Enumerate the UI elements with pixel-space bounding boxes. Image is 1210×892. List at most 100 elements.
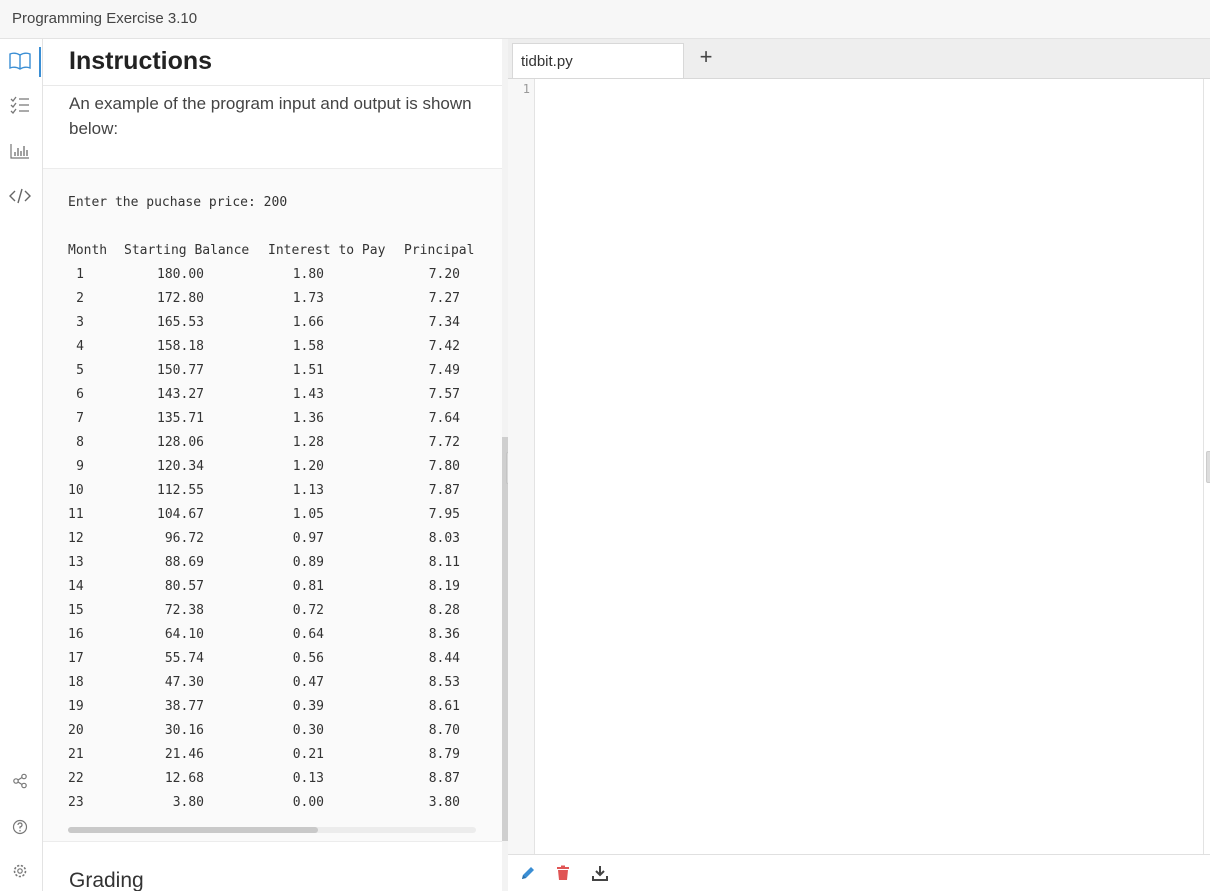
- table-cell: 0.30: [292, 723, 324, 738]
- table-cell: 1.80: [292, 267, 324, 282]
- table-cell: 7.64: [428, 411, 460, 426]
- table-cell: 0.72: [292, 603, 324, 618]
- line-number-gutter: 1: [508, 79, 535, 854]
- table-cell: 0.00: [292, 795, 324, 810]
- pencil-icon[interactable]: [520, 865, 538, 883]
- table-cell: 1.43: [292, 387, 324, 402]
- horizontal-scrollbar-thumb[interactable]: [68, 827, 318, 833]
- table-cell: 104.67: [157, 507, 204, 522]
- table-cell: 8.03: [428, 531, 460, 546]
- table-cell: 0.39: [292, 699, 324, 714]
- instructions-panel: Instructions An example of the program i…: [43, 39, 502, 891]
- code-editor: tidbit.py + 1: [508, 39, 1210, 892]
- table-cell: 8.19: [428, 579, 460, 594]
- table-cell: 4: [76, 339, 84, 354]
- bar-chart-icon[interactable]: [8, 139, 32, 163]
- table-cell: 7.49: [428, 363, 460, 378]
- add-tab-button[interactable]: +: [694, 43, 718, 73]
- sample-output-block: Enter the puchase price: 200 Month Starti…: [43, 168, 502, 842]
- table-cell: 1.51: [292, 363, 324, 378]
- checklist-icon[interactable]: [8, 93, 32, 117]
- tab-label: tidbit.py: [521, 53, 573, 70]
- table-cell: 30.16: [164, 723, 204, 738]
- editor-right-edge: [1203, 79, 1204, 854]
- book-icon[interactable]: [8, 49, 32, 73]
- table-cell: 47.30: [164, 675, 204, 690]
- download-icon[interactable]: [592, 865, 610, 883]
- divider: [43, 85, 502, 86]
- left-rail: [0, 39, 43, 891]
- table-cell: 112.55: [157, 483, 204, 498]
- table-cell: 6: [76, 387, 84, 402]
- table-cell: 15: [68, 603, 84, 618]
- table-cell: 0.56: [292, 651, 324, 666]
- table-cell: 1.28: [292, 435, 324, 450]
- table-cell: 7.27: [428, 291, 460, 306]
- table-cell: 22: [68, 771, 84, 786]
- table-cell: 10: [68, 483, 84, 498]
- grading-heading: Grading: [69, 869, 144, 891]
- table-cell: 7.34: [428, 315, 460, 330]
- settings-icon[interactable]: [8, 859, 32, 883]
- table-cell: 7.42: [428, 339, 460, 354]
- table-cell: 11: [68, 507, 84, 522]
- table-cell: 7.95: [428, 507, 460, 522]
- table-cell: 8.87: [428, 771, 460, 786]
- table-cell: 20: [68, 723, 84, 738]
- table-cell: 0.47: [292, 675, 324, 690]
- table-cell: 0.64: [292, 627, 324, 642]
- table-cell: 7: [76, 411, 84, 426]
- table-cell: 19: [68, 699, 84, 714]
- table-cell: 8.11: [428, 555, 460, 570]
- table-cell: 18: [68, 675, 84, 690]
- active-indicator: [39, 47, 41, 77]
- table-cell: 16: [68, 627, 84, 642]
- tab-tidbit-py[interactable]: tidbit.py: [512, 43, 684, 78]
- right-panel-handle[interactable]: [1206, 451, 1210, 483]
- table-cell: 150.77: [157, 363, 204, 378]
- table-cell: 0.81: [292, 579, 324, 594]
- table-cell: 17: [68, 651, 84, 666]
- table-cell: 64.10: [164, 627, 204, 642]
- table-cell: 8.79: [428, 747, 460, 762]
- table-cell: 21.46: [164, 747, 204, 762]
- editor-tab-bar: tidbit.py +: [508, 39, 1210, 79]
- table-cell: 158.18: [157, 339, 204, 354]
- table-cell: 8.70: [428, 723, 460, 738]
- table-cell: 55.74: [164, 651, 204, 666]
- instructions-heading: Instructions: [69, 47, 213, 75]
- table-cell: 72.38: [164, 603, 204, 618]
- table-cell: 1.73: [292, 291, 324, 306]
- table-cell: 21: [68, 747, 84, 762]
- table-cell: 80.57: [164, 579, 204, 594]
- table-cell: 143.27: [157, 387, 204, 402]
- code-icon[interactable]: [8, 184, 32, 208]
- table-cell: 8.28: [428, 603, 460, 618]
- table-cell: 7.72: [428, 435, 460, 450]
- table-cell: 1: [76, 267, 84, 282]
- trash-icon[interactable]: [556, 865, 574, 883]
- share-icon[interactable]: [8, 769, 32, 793]
- table-cell: 1.05: [292, 507, 324, 522]
- table-cell: 12: [68, 531, 84, 546]
- table-cell: 9: [76, 459, 84, 474]
- horizontal-scrollbar[interactable]: [68, 827, 476, 833]
- table-cell: 7.80: [428, 459, 460, 474]
- line-number: 1: [522, 82, 530, 96]
- table-cell: 1.66: [292, 315, 324, 330]
- code-input-area[interactable]: [535, 79, 1203, 854]
- table-cell: 8: [76, 435, 84, 450]
- top-bar: Programming Exercise 3.10: [0, 0, 1210, 39]
- table-header-cell: Starting Balance: [124, 243, 250, 258]
- table-cell: 8.44: [428, 651, 460, 666]
- table-cell: 88.69: [164, 555, 204, 570]
- window-title: Programming Exercise 3.10: [12, 10, 198, 27]
- table-cell: 23: [68, 795, 84, 810]
- prompt-line: Enter the puchase price: 200: [68, 195, 288, 210]
- table-header-cell: Principal: [404, 243, 475, 258]
- table-cell: 135.71: [157, 411, 204, 426]
- instructions-intro: An example of the program input and outp…: [69, 94, 472, 138]
- help-icon[interactable]: [8, 815, 32, 839]
- table-cell: 14: [68, 579, 84, 594]
- table-cell: 1.58: [292, 339, 324, 354]
